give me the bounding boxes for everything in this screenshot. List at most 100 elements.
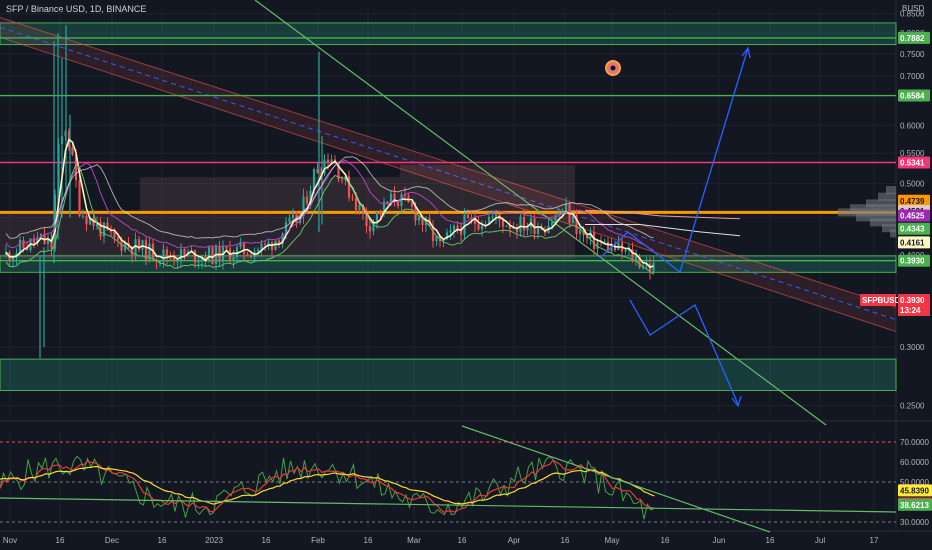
candle-body (466, 214, 470, 219)
candle-body (417, 216, 421, 221)
countdown-tag: 13:24 (900, 306, 921, 315)
candle-body (85, 215, 88, 225)
candle-body (519, 216, 522, 233)
price-tick-label: 0.6000 (900, 121, 925, 130)
candle-body (634, 256, 638, 261)
candle-body (358, 204, 361, 211)
candle-body (652, 262, 655, 272)
time-axis-label: 17 (870, 536, 879, 545)
candle-body (536, 227, 540, 234)
candle-body (270, 242, 274, 251)
time-axis-label: Jun (713, 536, 726, 545)
price-tick-label: 0.8500 (900, 10, 925, 19)
price-tag: 0.4161 (900, 238, 925, 247)
time-axis-label: 16 (158, 536, 167, 545)
time-axis-label: Jul (815, 536, 825, 545)
donut-hole (610, 65, 616, 71)
candle-body (246, 254, 249, 256)
candle-body (351, 197, 354, 199)
candle-body (183, 248, 186, 255)
level-price-tag: 0.5341 (900, 159, 925, 168)
candle-body (249, 255, 253, 258)
time-axis-label: Feb (311, 536, 325, 545)
price-tag: 0.4343 (900, 225, 925, 234)
level-price-tag: 0.7882 (900, 34, 925, 43)
candle-body (375, 211, 379, 222)
time-axis-label: 16 (766, 536, 775, 545)
time-axis-label: 16 (262, 536, 271, 545)
candle-body (592, 232, 596, 249)
candle-body (477, 223, 480, 230)
volume-profile (838, 186, 896, 238)
candle-body (452, 225, 456, 231)
candle-body (501, 220, 505, 227)
candle-body (491, 216, 494, 218)
candle-body (330, 159, 333, 163)
support-resistance-zone (0, 22, 897, 46)
candle-body (396, 201, 400, 207)
price-tick-label: 0.7500 (900, 50, 925, 59)
time-axis-label: 16 (561, 536, 570, 545)
rsi-tag: 38.6213 (900, 501, 929, 510)
symbol-tag: SFPBUSD (862, 296, 900, 305)
candle-body (193, 250, 197, 263)
candle-body (256, 249, 260, 252)
time-axis-label: Mar (407, 536, 421, 545)
price-tag: 0.4739 (900, 197, 925, 206)
candle-body (449, 230, 452, 233)
candle-body (197, 261, 200, 263)
price-tick-label: 0.3000 (900, 343, 925, 352)
candle-body (242, 242, 246, 255)
candle-body (232, 256, 235, 262)
time-axis-label: Nov (3, 536, 17, 545)
time-axis-label: 2023 (205, 536, 223, 545)
candle-body (326, 159, 330, 163)
rsi-line (0, 455, 655, 520)
candle-body (165, 249, 169, 258)
time-axis-label: 16 (364, 536, 373, 545)
candle-body (291, 214, 295, 218)
candle-body (116, 237, 120, 240)
support-resistance-zone (0, 358, 897, 392)
price-tick-label: 0.7000 (900, 72, 925, 81)
price-tick-label: 0.5000 (900, 180, 925, 189)
candle-body (550, 222, 554, 226)
time-axis-label: May (604, 536, 619, 545)
price-chart[interactable]: 0.85000.80000.75000.70000.60000.55000.50… (0, 0, 932, 550)
candle-body (340, 179, 344, 181)
consolidation-box (140, 177, 400, 214)
donut-marker (605, 60, 621, 76)
candle-body (368, 226, 372, 232)
rsi-ma-line (0, 465, 655, 505)
candle-body (578, 230, 582, 235)
rsi-tick-label: 30.0000 (900, 518, 929, 527)
price-tag: 0.4525 (900, 212, 925, 221)
candle-body (176, 261, 179, 263)
candle-body (494, 214, 498, 217)
last-price-tag: 0.3930 (900, 296, 925, 305)
candle-body (22, 239, 25, 248)
candle-body (354, 198, 358, 211)
candle-body (624, 250, 627, 252)
candle-body (179, 248, 183, 262)
candle-body (211, 247, 214, 264)
candle-body (71, 147, 74, 155)
candle-body (526, 227, 529, 231)
time-axis-label: Dec (105, 536, 119, 545)
rsi-tag: 45.8390 (900, 486, 929, 495)
rsi-support-trendline (0, 497, 897, 513)
volume-profile-bar (890, 229, 896, 238)
candle-body (410, 202, 414, 207)
candle-body (505, 225, 508, 227)
rsi-tick-label: 70.0000 (900, 438, 929, 447)
candle-body (288, 217, 291, 222)
candle-body (81, 215, 85, 217)
candle-body (235, 246, 239, 257)
time-axis-label: 16 (458, 536, 467, 545)
candle-body (141, 240, 144, 250)
time-axis-label: 16 (661, 536, 670, 545)
candle-body (78, 180, 81, 216)
candle-body (305, 196, 309, 204)
candle-body (316, 169, 319, 174)
candle-body (267, 242, 270, 245)
